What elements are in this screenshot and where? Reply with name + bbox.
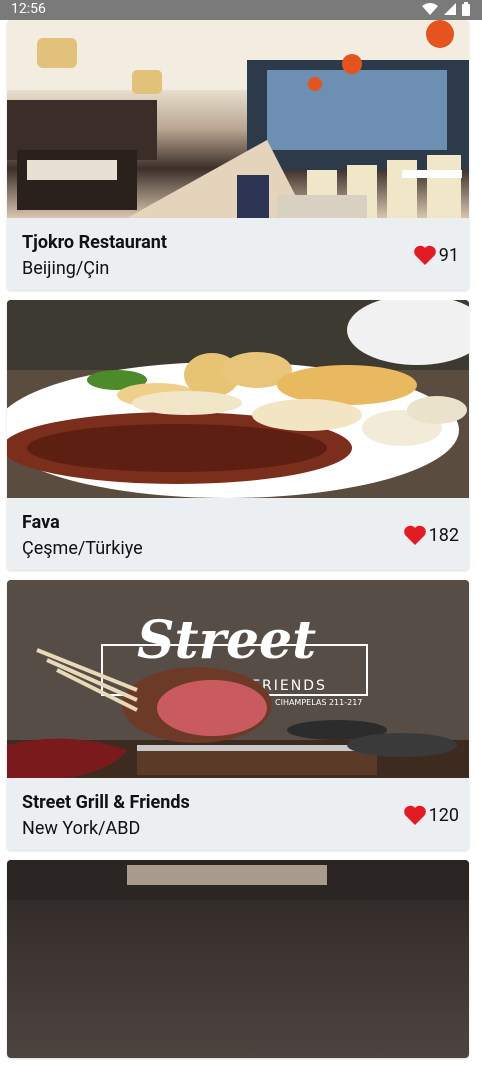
status-icons [422,2,470,16]
restaurant-photo[interactable] [7,20,469,218]
steak-illustration: Street FRIENDS CIHAMPELAS 211-217 [7,580,469,778]
restaurant-name: Tjokro Restaurant [22,232,167,253]
like-count: 182 [428,524,459,546]
like-counter[interactable]: 91 [413,244,459,266]
food-plate-illustration [7,300,469,498]
restaurant-card[interactable] [7,860,469,1058]
restaurant-name: Street Grill & Friends [22,792,190,813]
restaurant-card[interactable]: Street FRIENDS CIHAMPELAS 211-217 Street… [7,580,469,850]
restaurant-info: Street Grill & Friends New York/ABD 120 [7,778,469,850]
street-logo-address: CIHAMPELAS 211-217 [275,698,362,707]
like-counter[interactable]: 120 [403,804,459,826]
restaurant-card[interactable]: Tjokro Restaurant Beijing/Çin 91 [7,20,469,290]
signal-icon [444,3,456,15]
restaurant-photo-partial [7,860,469,900]
restaurant-photo[interactable] [7,300,469,498]
like-counter[interactable]: 182 [403,524,459,546]
restaurant-photo[interactable]: Street FRIENDS CIHAMPELAS 211-217 [7,580,469,778]
battery-icon [462,2,470,16]
restaurant-info: Fava Çeşme/Türkiye 182 [7,498,469,570]
restaurant-feed[interactable]: Tjokro Restaurant Beijing/Çin 91 Fava Çe… [7,20,469,1068]
restaurant-interior-illustration [7,20,469,218]
status-time: 12:56 [11,1,46,17]
like-count: 91 [438,244,459,266]
heart-icon[interactable] [403,524,427,546]
restaurant-location: Çeşme/Türkiye [22,538,143,559]
street-logo-title: Street [137,610,316,671]
heart-icon[interactable] [413,244,437,266]
restaurant-photo[interactable] [7,860,469,1058]
restaurant-name: Fava [22,512,60,533]
status-bar: 12:56 [0,0,482,20]
restaurant-location: New York/ABD [22,818,141,839]
restaurant-location: Beijing/Çin [22,258,110,279]
heart-icon[interactable] [403,804,427,826]
wifi-icon [422,3,438,15]
like-count: 120 [428,804,459,826]
restaurant-info: Tjokro Restaurant Beijing/Çin 91 [7,218,469,290]
restaurant-card[interactable]: Fava Çeşme/Türkiye 182 [7,300,469,570]
